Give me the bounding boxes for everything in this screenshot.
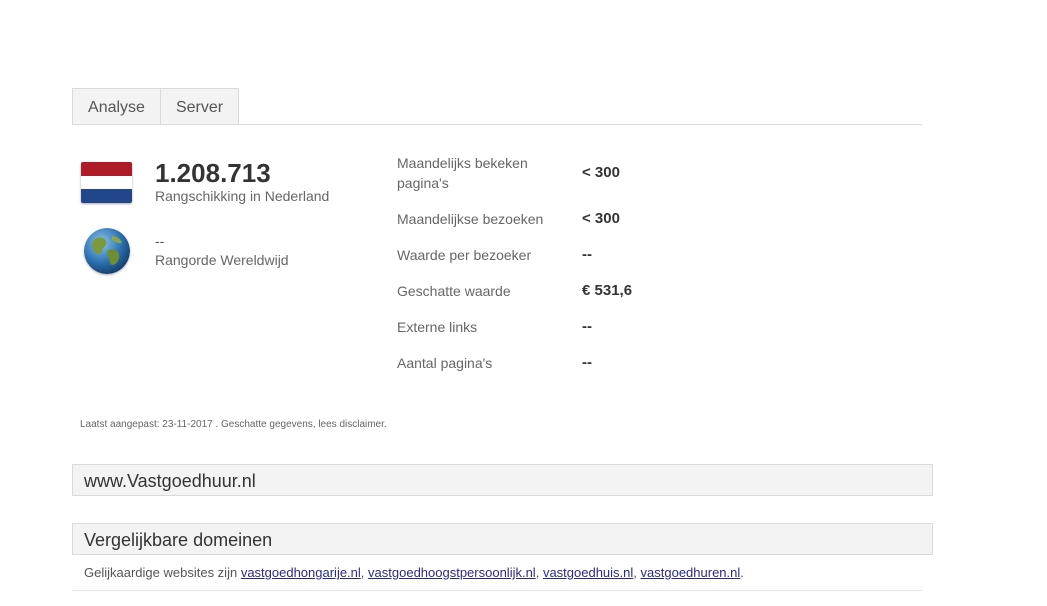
stat-value-monthly-pageviews: < 300 — [582, 164, 620, 181]
globe-icon — [84, 228, 130, 274]
stat-label-monthly-visits: Maandelijkse bezoeken — [397, 211, 544, 227]
world-rank-label: Rangorde Wereldwijd — [155, 252, 289, 268]
flag-stripe-red — [81, 162, 132, 176]
tab-server[interactable]: Server — [160, 88, 239, 124]
stat-value-estimated-value: € 531,6 — [582, 282, 633, 299]
similar-domains-title: Vergelijkbare domeinen — [72, 523, 933, 555]
divider — [72, 590, 922, 591]
flag-stripe-white — [81, 175, 132, 190]
country-rank-label: Rangschikking in Nederland — [155, 188, 330, 204]
netherlands-flag-icon — [81, 162, 132, 203]
similar-domain-link[interactable]: vastgoedhongarije.nl — [241, 565, 361, 580]
stat-value-external-links: -- — [582, 318, 592, 335]
similar-domain-link[interactable]: vastgoedhuren.nl — [641, 565, 741, 580]
world-rank-value: -- — [155, 233, 165, 249]
stat-label-value-per-visitor: Waarde per bezoeker — [397, 247, 532, 263]
site-panel-title: www.Vastgoedhuur.nl — [72, 464, 933, 496]
stat-label-estimated-value: Geschatte waarde — [397, 283, 511, 299]
similar-domain-link[interactable]: vastgoedhoogstpersoonlijk.nl — [368, 565, 536, 580]
flag-stripe-blue — [81, 189, 132, 203]
similar-domain-link[interactable]: vastgoedhuis.nl — [543, 565, 633, 580]
stat-value-page-count: -- — [582, 354, 592, 371]
stat-label-external-links: Externe links — [397, 319, 478, 335]
stat-label-page-count: Aantal pagina's — [397, 355, 493, 371]
stat-value-value-per-visitor: -- — [582, 246, 592, 263]
similar-domains-text: Gelijkaardige websites zijn vastgoedhong… — [84, 565, 744, 580]
stat-value-monthly-visits: < 300 — [582, 210, 620, 227]
stat-label-monthly-pageviews: Maandelijks bekeken pagina's — [397, 155, 528, 191]
similar-domains-prefix: Gelijkaardige websites zijn — [84, 565, 238, 580]
disclaimer-text: Laatst aangepast: 23-11-2017 . Geschatte… — [80, 419, 387, 430]
tab-analyse[interactable]: Analyse — [72, 88, 161, 124]
country-rank-value: 1.208.713 — [155, 158, 271, 188]
tab-bar: Analyse Server — [72, 88, 922, 125]
